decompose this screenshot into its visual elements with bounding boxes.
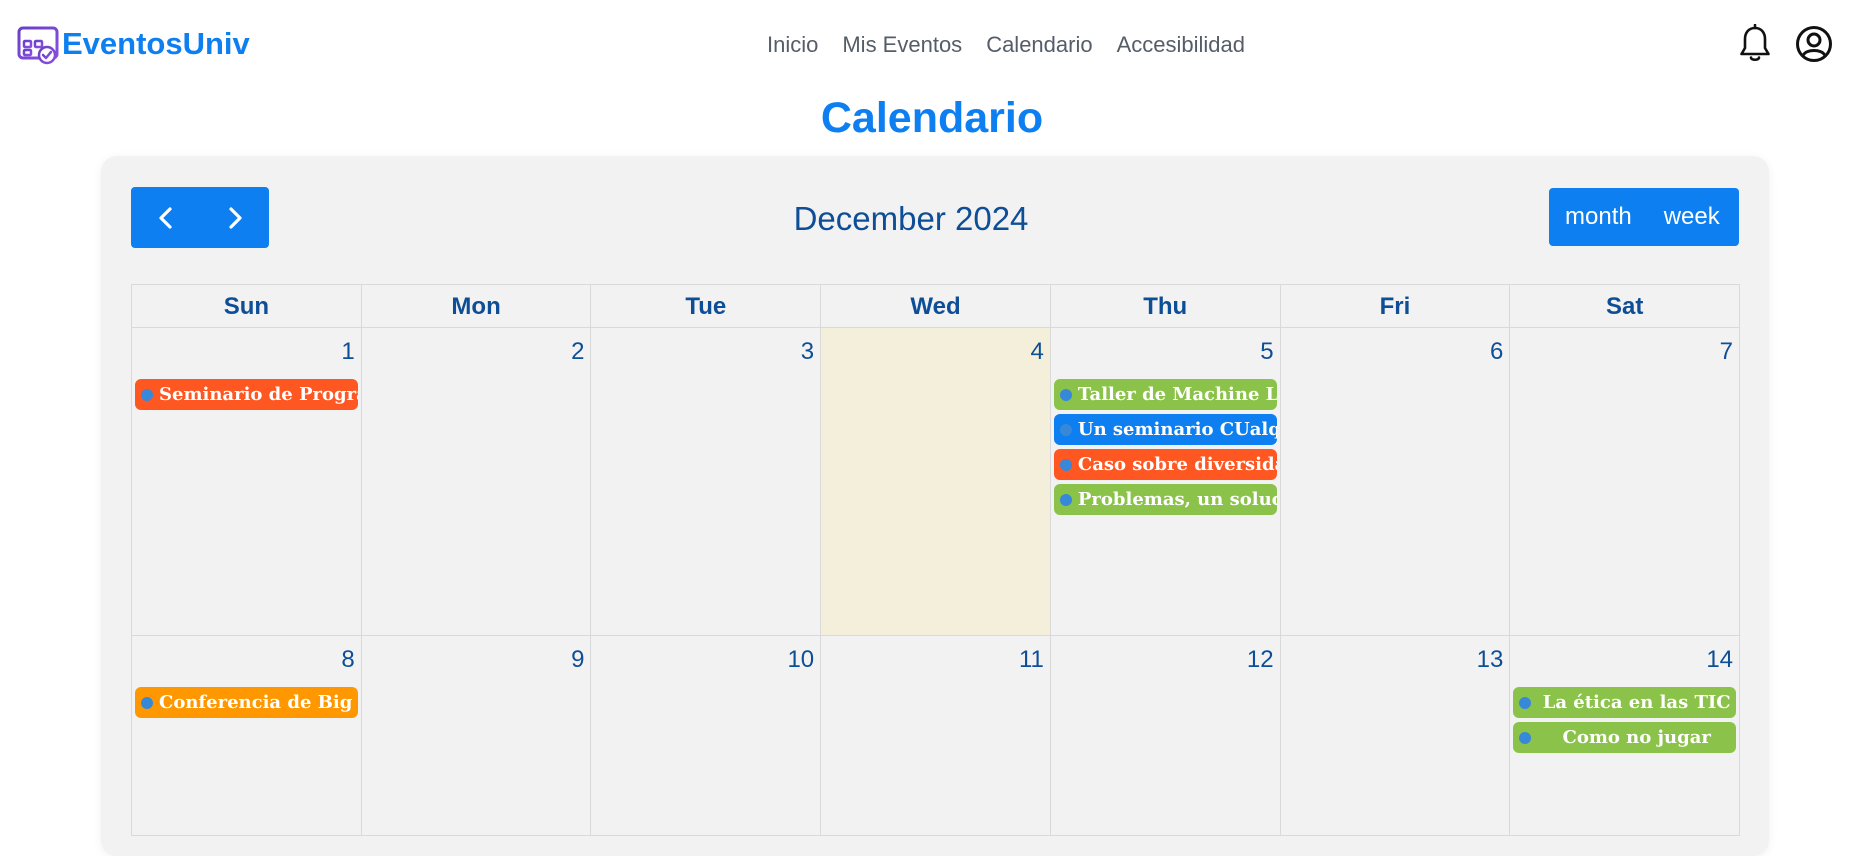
day-cell[interactable]: 7 (1510, 328, 1741, 636)
day-number[interactable]: 13 (1477, 646, 1504, 674)
user-circle-icon[interactable] (1795, 25, 1833, 63)
nav-mis-eventos[interactable]: Mis Eventos (842, 32, 962, 58)
event-dot (1059, 493, 1072, 506)
week-row: 1 Seminario de Programación 2 3 4 5 (132, 328, 1741, 636)
event-title: Problemas, un solucionario (1077, 489, 1277, 510)
day-cell[interactable]: 10 (591, 636, 822, 836)
event-title: La ética en las TIC (1542, 692, 1731, 713)
day-cell[interactable]: 14 La ética en las TIC Como no jugar (1510, 636, 1741, 836)
brand-name: EventosUniv (62, 26, 250, 61)
weekday-fri: Fri (1280, 285, 1511, 328)
day-number[interactable]: 10 (787, 646, 814, 674)
day-number[interactable]: 8 (341, 646, 354, 674)
top-navbar: EventosUniv Inicio Mis Eventos Calendari… (0, 0, 1864, 88)
calendar-check-icon (17, 22, 59, 65)
event-dot (1519, 696, 1532, 709)
day-number[interactable]: 4 (1031, 338, 1044, 366)
day-number[interactable]: 1 (341, 338, 354, 366)
page-title: Calendario (820, 94, 1044, 142)
bell-icon[interactable] (1738, 24, 1772, 64)
event-title: Como no jugar (1562, 727, 1711, 748)
weekday-header: Sun Mon Tue Wed Thu Fri Sat (132, 285, 1741, 328)
event-item[interactable]: Problemas, un solucionario (1053, 484, 1277, 515)
day-events: Conferencia de Big Data (135, 687, 358, 722)
day-events: Taller de Machine Learning Un seminario … (1053, 379, 1277, 519)
day-cell[interactable]: 3 (591, 328, 822, 636)
day-number[interactable]: 5 (1260, 338, 1273, 366)
event-title: Taller de Machine Learning (1077, 384, 1277, 405)
weekday-wed: Wed (821, 285, 1051, 328)
event-item[interactable]: Taller de Machine Learning (1053, 379, 1277, 410)
day-cell-today[interactable]: 4 (821, 328, 1051, 636)
day-number[interactable]: 12 (1247, 646, 1274, 674)
weekday-sat: Sat (1510, 285, 1741, 328)
calendar-grid: Sun Mon Tue Wed Thu Fri Sat 1 Seminario … (131, 284, 1741, 836)
day-number[interactable]: 7 (1720, 338, 1733, 366)
event-item[interactable]: La ética en las TIC (1513, 687, 1737, 718)
nav-calendario[interactable]: Calendario (986, 32, 1092, 58)
weekday-tue: Tue (591, 285, 822, 328)
calendar-card: December 2024 month week Sun Mon Tue Wed… (101, 156, 1769, 856)
day-cell[interactable]: 13 (1280, 636, 1511, 836)
event-dot (141, 696, 153, 709)
day-number[interactable]: 11 (1019, 646, 1044, 674)
event-item[interactable]: Un seminario CUalquiera (1053, 414, 1277, 445)
event-title: Caso sobre diversidad (1077, 454, 1277, 475)
day-cell[interactable]: 2 (361, 328, 592, 636)
day-number[interactable]: 14 (1706, 646, 1733, 674)
weekday-sun: Sun (132, 285, 362, 328)
event-item[interactable]: Conferencia de Big Data (135, 687, 358, 718)
day-cell[interactable]: 1 Seminario de Programación (132, 328, 362, 636)
event-dot (1059, 458, 1072, 471)
view-month-button[interactable]: month (1549, 188, 1648, 246)
day-cell[interactable]: 6 (1280, 328, 1511, 636)
event-dot (141, 388, 153, 401)
day-events: La ética en las TIC Como no jugar (1513, 687, 1737, 757)
weekday-thu: Thu (1050, 285, 1281, 328)
event-dot (1059, 423, 1072, 436)
event-item[interactable]: Caso sobre diversidad (1053, 449, 1277, 480)
day-cell[interactable]: 11 (821, 636, 1051, 836)
event-title: Un seminario CUalquiera (1077, 419, 1277, 440)
main-nav: Inicio Mis Eventos Calendario Accesibili… (767, 28, 1245, 62)
event-item[interactable]: Como no jugar (1513, 722, 1737, 753)
brand[interactable]: EventosUniv (16, 22, 250, 66)
day-cell[interactable]: 5 Taller de Machine Learning Un seminari… (1050, 328, 1281, 636)
day-number[interactable]: 2 (571, 338, 584, 366)
event-title: Conferencia de Big Data (159, 692, 358, 713)
calendar-title: December 2024 (793, 200, 1029, 237)
day-cell[interactable]: 9 (361, 636, 592, 836)
day-number[interactable]: 3 (801, 338, 814, 366)
view-switcher: month week (1549, 188, 1739, 246)
week-row: 8 Conferencia de Big Data 9 10 11 12 (132, 636, 1741, 836)
event-title: Seminario de Programación (159, 384, 358, 405)
day-events: Seminario de Programación (135, 379, 358, 414)
day-number[interactable]: 6 (1490, 338, 1503, 366)
nav-inicio[interactable]: Inicio (767, 32, 818, 58)
event-dot (1059, 388, 1072, 401)
view-week-button[interactable]: week (1648, 188, 1736, 246)
nav-accesibilidad[interactable]: Accesibilidad (1117, 32, 1245, 58)
day-cell[interactable]: 12 (1050, 636, 1281, 836)
event-item[interactable]: Seminario de Programación (135, 379, 358, 410)
event-dot (1519, 731, 1532, 744)
day-number[interactable]: 9 (571, 646, 584, 674)
weekday-mon: Mon (361, 285, 592, 328)
day-cell[interactable]: 8 Conferencia de Big Data (132, 636, 362, 836)
